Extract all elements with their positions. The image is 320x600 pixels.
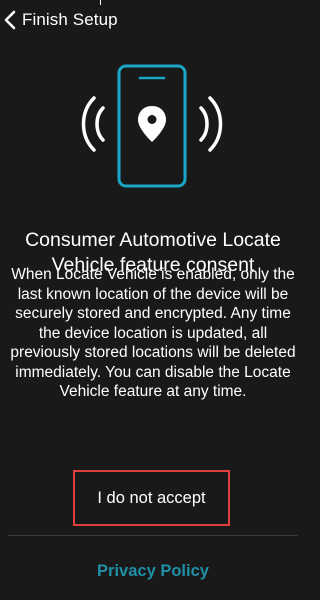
mouse-cursor-mark bbox=[100, 0, 101, 5]
back-button-label[interactable]: Finish Setup bbox=[22, 10, 118, 30]
privacy-policy-link[interactable]: Privacy Policy bbox=[0, 562, 306, 581]
phone-location-illustration bbox=[0, 62, 306, 190]
consent-body: When Locate Vehicle is enabled, only the… bbox=[10, 266, 296, 400]
top-bar: Finish Setup bbox=[0, 6, 306, 34]
divider bbox=[8, 535, 298, 536]
phone-location-icon bbox=[81, 64, 223, 188]
chevron-left-icon[interactable] bbox=[3, 10, 17, 30]
decline-button[interactable]: I do not accept bbox=[75, 472, 228, 524]
